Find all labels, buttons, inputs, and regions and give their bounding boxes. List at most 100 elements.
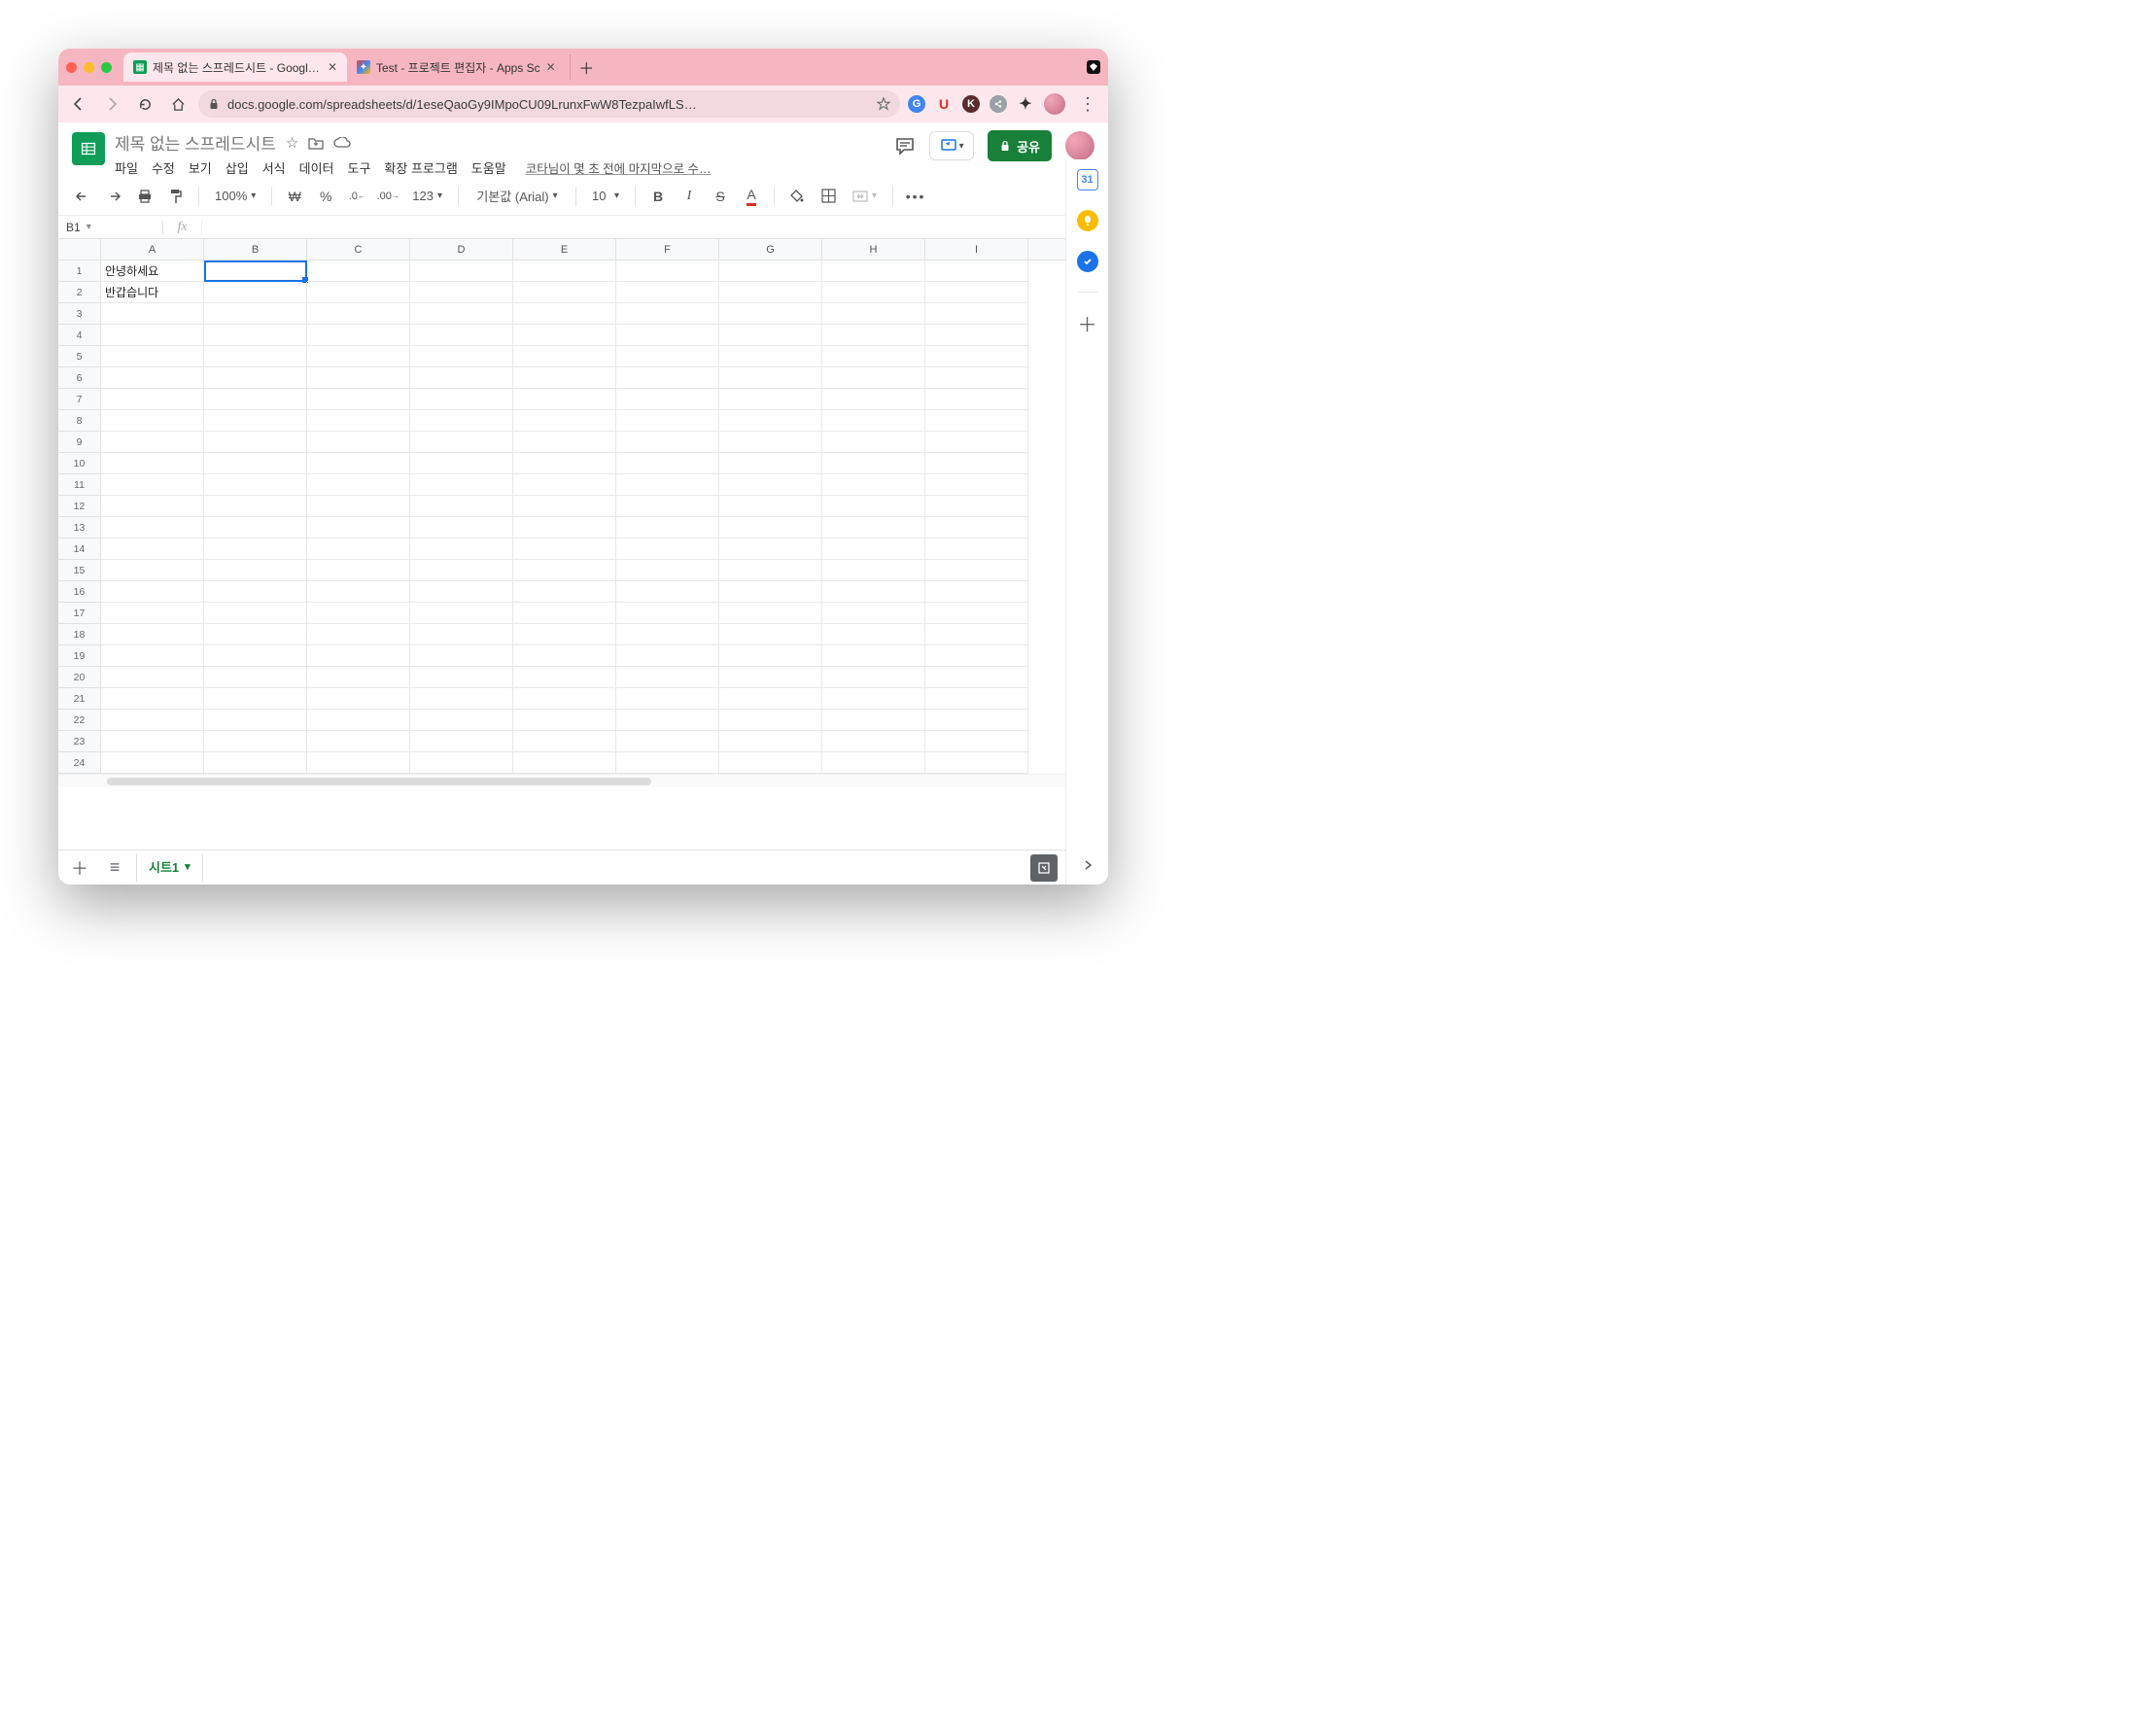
brave-shield-icon[interactable] <box>1087 60 1100 74</box>
cell[interactable] <box>307 710 410 731</box>
cell[interactable] <box>204 731 307 752</box>
row-header[interactable]: 3 <box>58 303 101 325</box>
cell[interactable] <box>925 645 1028 667</box>
cell[interactable] <box>925 603 1028 624</box>
row-header[interactable]: 9 <box>58 432 101 453</box>
cell[interactable] <box>513 432 616 453</box>
u-extension-icon[interactable]: U <box>935 95 953 113</box>
cell[interactable] <box>307 474 410 496</box>
cell[interactable] <box>513 410 616 432</box>
cell[interactable] <box>822 603 925 624</box>
cell[interactable] <box>307 560 410 581</box>
cell[interactable] <box>101 667 204 688</box>
cell[interactable] <box>410 538 513 560</box>
cell[interactable] <box>307 688 410 710</box>
cell[interactable] <box>204 538 307 560</box>
borders-button[interactable] <box>816 184 841 209</box>
cell[interactable] <box>204 581 307 603</box>
cell[interactable] <box>822 410 925 432</box>
cell[interactable] <box>925 581 1028 603</box>
row-header[interactable]: 14 <box>58 538 101 560</box>
cell[interactable] <box>204 389 307 410</box>
cell[interactable] <box>822 731 925 752</box>
cell[interactable] <box>616 710 719 731</box>
cell[interactable] <box>719 389 822 410</box>
cell[interactable] <box>616 645 719 667</box>
cell[interactable] <box>616 517 719 538</box>
cell[interactable] <box>101 346 204 367</box>
cell[interactable] <box>307 517 410 538</box>
forward-button[interactable] <box>99 91 124 117</box>
cell[interactable] <box>925 517 1028 538</box>
cell[interactable] <box>307 432 410 453</box>
more-toolbar-button[interactable]: ••• <box>903 184 928 209</box>
cell[interactable] <box>307 667 410 688</box>
menu-tools[interactable]: 도구 <box>348 158 371 177</box>
hide-sidepanel-button[interactable] <box>1082 859 1094 871</box>
cell[interactable] <box>822 325 925 346</box>
cell[interactable] <box>410 367 513 389</box>
row-header[interactable]: 8 <box>58 410 101 432</box>
fill-color-button[interactable] <box>784 184 810 209</box>
cell[interactable] <box>822 560 925 581</box>
account-avatar[interactable] <box>1065 131 1094 160</box>
star-icon[interactable] <box>877 97 890 111</box>
cell[interactable] <box>822 432 925 453</box>
cell[interactable] <box>101 325 204 346</box>
cell[interactable] <box>822 645 925 667</box>
back-button[interactable] <box>66 91 91 117</box>
column-header[interactable]: F <box>616 239 719 260</box>
row-header[interactable]: 7 <box>58 389 101 410</box>
row-header[interactable]: 15 <box>58 560 101 581</box>
cell[interactable] <box>307 410 410 432</box>
cell[interactable] <box>410 710 513 731</box>
cell[interactable] <box>925 303 1028 325</box>
cell[interactable] <box>101 603 204 624</box>
move-folder-icon[interactable] <box>308 136 324 150</box>
tab-sheets[interactable]: ▦ 제목 없는 스프레드시트 - Google S ✕ <box>123 52 347 82</box>
star-outline-icon[interactable]: ☆ <box>286 134 298 152</box>
cell[interactable] <box>822 389 925 410</box>
column-header[interactable]: H <box>822 239 925 260</box>
cell[interactable] <box>410 432 513 453</box>
cell[interactable] <box>307 325 410 346</box>
cell[interactable] <box>101 688 204 710</box>
present-button[interactable]: ▾ <box>929 131 974 160</box>
cell[interactable] <box>925 688 1028 710</box>
cell[interactable] <box>616 496 719 517</box>
k-extension-icon[interactable]: K <box>962 95 980 113</box>
cell[interactable] <box>925 260 1028 282</box>
percent-button[interactable]: % <box>313 184 338 209</box>
cell[interactable] <box>616 325 719 346</box>
row-header[interactable]: 12 <box>58 496 101 517</box>
cell[interactable] <box>719 474 822 496</box>
cell[interactable] <box>204 346 307 367</box>
cell[interactable] <box>307 303 410 325</box>
keep-icon[interactable] <box>1077 210 1098 231</box>
spreadsheet-grid[interactable]: ABCDEFGHI 1안녕하세요2반갑습니다345678910111213141… <box>58 239 1065 850</box>
row-header[interactable]: 23 <box>58 731 101 752</box>
cell[interactable] <box>204 282 307 303</box>
horizontal-scrollbar[interactable] <box>58 774 1065 787</box>
cell[interactable] <box>719 581 822 603</box>
cell[interactable]: 안녕하세요 <box>101 260 204 282</box>
row-header[interactable]: 5 <box>58 346 101 367</box>
menu-view[interactable]: 보기 <box>189 158 212 177</box>
name-box[interactable]: B1 ▾ <box>58 221 163 234</box>
puzzle-extension-icon[interactable]: ✦ <box>1017 95 1034 113</box>
cell[interactable] <box>925 624 1028 645</box>
text-color-button[interactable]: A <box>739 184 764 209</box>
cell[interactable] <box>616 389 719 410</box>
cell[interactable] <box>410 731 513 752</box>
cell[interactable] <box>513 538 616 560</box>
cell[interactable] <box>925 346 1028 367</box>
cell[interactable] <box>513 474 616 496</box>
cell[interactable] <box>719 432 822 453</box>
cell[interactable] <box>410 453 513 474</box>
cell[interactable] <box>307 282 410 303</box>
cell[interactable] <box>719 603 822 624</box>
cell[interactable] <box>822 667 925 688</box>
cell[interactable] <box>410 389 513 410</box>
cell[interactable] <box>307 752 410 774</box>
cell[interactable] <box>719 667 822 688</box>
